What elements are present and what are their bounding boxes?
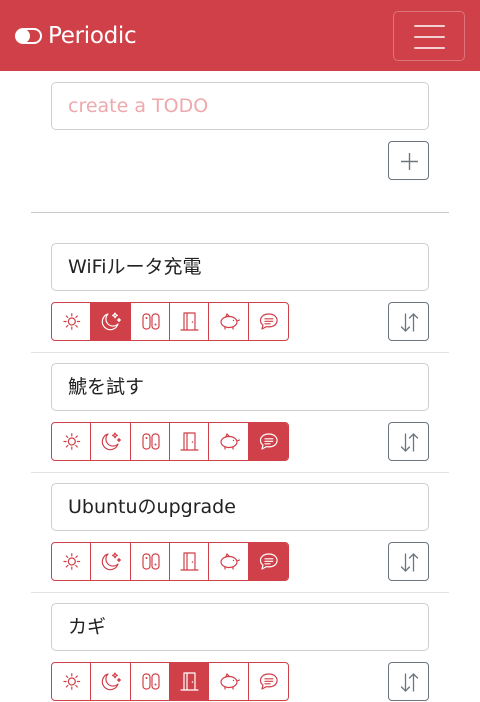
todo-divider (31, 592, 449, 593)
toggle-moon-stars-button[interactable] (91, 303, 131, 340)
toggle-piggy-bank-button[interactable] (209, 423, 249, 460)
brand[interactable]: Periodic (15, 20, 137, 52)
toggle-door-button[interactable] (170, 303, 210, 340)
todo-text-input[interactable]: WiFiルータ充電 (51, 243, 429, 291)
new-todo-placeholder: create a TODO (68, 95, 209, 117)
toggle-nintendo-switch-button[interactable] (131, 423, 170, 460)
sort-arrows-icon (400, 433, 419, 452)
sort-button[interactable] (388, 422, 429, 461)
moon-stars-icon (102, 672, 122, 691)
sun-icon (63, 553, 81, 570)
new-todo-input[interactable]: create a TODO (51, 82, 429, 130)
toggle-nintendo-switch-button[interactable] (131, 543, 170, 580)
sun-icon (63, 313, 81, 330)
piggy-bank-icon (220, 553, 241, 570)
speech-bubble-icon (259, 433, 278, 450)
nintendo-switch-icon (142, 433, 160, 450)
toggle-speech-bubble-button[interactable] (248, 423, 288, 460)
sort-arrows-icon (400, 313, 419, 332)
toggle-sun-button[interactable] (52, 423, 92, 460)
sort-button[interactable] (388, 302, 429, 341)
door-icon (180, 672, 199, 691)
todo-text-input[interactable]: Ubuntuのupgrade (51, 483, 429, 531)
toggle-speech-bubble-button[interactable] (248, 543, 288, 580)
period-toggle-group (51, 542, 289, 581)
period-toggle-group (51, 662, 289, 701)
toggle-door-button[interactable] (170, 543, 210, 580)
toggle-moon-stars-button[interactable] (91, 543, 131, 580)
piggy-bank-icon (220, 433, 241, 450)
sort-button[interactable] (388, 662, 429, 701)
todo-divider (31, 472, 449, 473)
toggle-sun-button[interactable] (52, 303, 92, 340)
todo-divider (31, 352, 449, 353)
toggle-sun-button[interactable] (52, 663, 92, 700)
speech-bubble-icon (259, 673, 278, 690)
todo-text-input[interactable]: 鯱を試す (51, 363, 429, 411)
toggle-piggy-bank-button[interactable] (209, 543, 249, 580)
toggle-piggy-bank-button[interactable] (209, 303, 249, 340)
period-toggle-group (51, 422, 289, 461)
toggle-moon-stars-button[interactable] (91, 663, 131, 700)
toggle-sun-button[interactable] (52, 543, 92, 580)
piggy-bank-icon (220, 313, 241, 330)
period-toggle-group (51, 302, 289, 341)
plus-icon (401, 153, 418, 170)
sun-icon (63, 433, 81, 450)
toggle-speech-bubble-button[interactable] (249, 303, 288, 340)
todo-text: WiFiルータ充電 (68, 256, 202, 278)
toggle-door-button[interactable] (169, 663, 210, 700)
toggle-door-button[interactable] (170, 423, 210, 460)
brand-title: Periodic (48, 23, 137, 49)
todo-text: Ubuntuのupgrade (68, 496, 236, 518)
toggle-icon (15, 28, 42, 44)
hamburger-icon (414, 25, 445, 27)
toggle-piggy-bank-button[interactable] (209, 663, 249, 700)
sun-icon (63, 673, 81, 690)
toggle-nintendo-switch-button[interactable] (131, 303, 170, 340)
todo-text: 鯱を試す (68, 376, 145, 398)
toggle-speech-bubble-button[interactable] (249, 663, 288, 700)
moon-stars-icon (102, 552, 122, 571)
sort-arrows-icon (400, 553, 419, 572)
moon-stars-icon (102, 432, 122, 451)
nintendo-switch-icon (142, 313, 160, 330)
speech-bubble-icon (259, 553, 278, 570)
moon-stars-icon (102, 312, 122, 331)
todo-text-input[interactable]: カギ (51, 603, 429, 651)
divider (31, 212, 449, 213)
door-icon (180, 432, 199, 451)
menu-toggle-button[interactable] (393, 11, 465, 61)
door-icon (180, 552, 199, 571)
piggy-bank-icon (220, 673, 241, 690)
todo-text: カギ (68, 616, 107, 638)
speech-bubble-icon (259, 313, 278, 330)
sort-arrows-icon (400, 673, 419, 692)
navbar: Periodic (0, 0, 480, 71)
nintendo-switch-icon (142, 553, 160, 570)
sort-button[interactable] (388, 542, 429, 581)
door-icon (180, 312, 199, 331)
toggle-nintendo-switch-button[interactable] (131, 663, 170, 700)
add-todo-button[interactable] (388, 141, 429, 180)
nintendo-switch-icon (142, 673, 160, 690)
toggle-moon-stars-button[interactable] (91, 423, 131, 460)
